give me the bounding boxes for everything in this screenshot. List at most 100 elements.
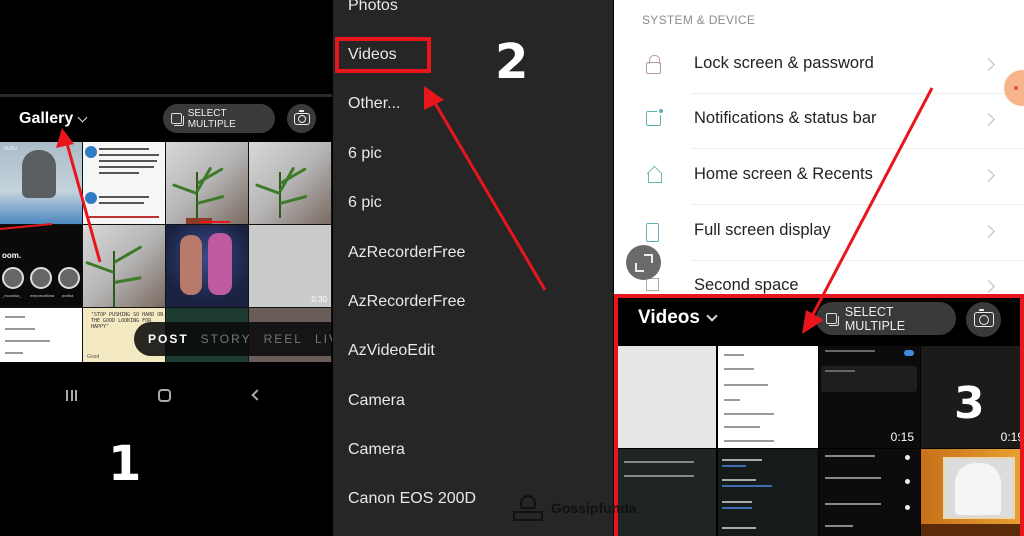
video-thumbnail[interactable]: [618, 346, 716, 448]
text-line: [722, 501, 752, 503]
video-thumbnail[interactable]: 0:30: [249, 225, 331, 307]
album-item[interactable]: AzRecorderFree: [348, 244, 465, 262]
tweet-line: [99, 172, 139, 174]
thumbnail-figure: [180, 235, 202, 295]
home-icon: [646, 167, 662, 183]
settings-row: [724, 354, 744, 356]
album-item-videos[interactable]: Videos: [348, 46, 397, 64]
expand-icon[interactable]: [626, 245, 661, 280]
video-thumbnail[interactable]: [921, 449, 1020, 536]
album-item[interactable]: Canon EOS 200D: [348, 490, 476, 508]
settings-row: [724, 368, 754, 370]
plant-leaf: [196, 194, 225, 205]
settings-item-home-screen[interactable]: Home screen & Recents: [614, 149, 1024, 205]
video-thumbnail[interactable]: [718, 346, 818, 448]
text-line: [722, 479, 756, 481]
step-number-1: 1: [108, 436, 142, 492]
mode-reel[interactable]: REEL: [264, 332, 303, 346]
album-item[interactable]: Camera: [348, 392, 405, 410]
select-multiple-button[interactable]: SELECT MULTIPLE: [816, 302, 956, 335]
instagram-gallery-panel: Gallery SELECT MULTIPLE vubu oom. _mouni…: [0, 0, 332, 536]
media-thumbnail[interactable]: [83, 225, 165, 307]
toggle-switch: [905, 505, 910, 510]
media-thumbnail[interactable]: [249, 142, 331, 224]
text-line: [825, 525, 853, 527]
settings-item-label: Notifications & status bar: [694, 109, 877, 127]
video-thumbnail[interactable]: [718, 449, 818, 536]
album-item[interactable]: Photos: [348, 0, 398, 15]
album-item[interactable]: 6 pic: [348, 194, 382, 212]
camera-button[interactable]: [966, 302, 1001, 337]
videos-gallery: Videos SELECT MULTIPLE 0:15 0:1 3: [614, 294, 1024, 536]
text-line: [624, 475, 694, 477]
gossipfunda-logo-icon: [511, 493, 545, 523]
tweet-line: [99, 196, 149, 198]
media-thumbnail[interactable]: [0, 308, 82, 362]
chevron-right-icon: [982, 58, 995, 71]
select-multiple-icon: [171, 112, 184, 126]
album-item[interactable]: AzRecorderFree: [348, 293, 465, 311]
plant-leaf: [278, 166, 296, 193]
text-line: [722, 459, 762, 461]
settings-row: [724, 413, 774, 415]
tweet-line: [89, 216, 159, 218]
section-title: SYSTEM & DEVICE: [642, 13, 756, 27]
settings-item-label: Lock screen & password: [694, 54, 874, 72]
settings-row: [724, 440, 774, 442]
step-number-2: 2: [495, 34, 529, 90]
album-label: Videos: [638, 307, 700, 328]
media-thumbnail[interactable]: oom. _mounika_ mepravathina pratha: [0, 225, 82, 307]
back-icon[interactable]: [251, 389, 263, 401]
chevron-down-icon: [706, 309, 718, 322]
plant-leaf: [172, 183, 198, 195]
album-dropdown[interactable]: Videos: [638, 307, 718, 329]
video-thumbnail[interactable]: 0:15: [819, 346, 920, 448]
select-multiple-label: SELECT MULTIPLE: [844, 304, 906, 333]
thumbnail-figure: [22, 150, 56, 198]
media-thumbnail[interactable]: [83, 142, 165, 224]
chevron-down-icon: [77, 112, 88, 122]
media-thumbnail[interactable]: [166, 225, 248, 307]
profile-name: pratha: [62, 293, 74, 298]
profile-circle: [58, 267, 80, 289]
mode-live[interactable]: LIVE: [315, 332, 332, 346]
album-item[interactable]: Other...: [348, 95, 400, 113]
video-duration: 0:19: [1000, 430, 1020, 444]
video-thumbnail[interactable]: [819, 449, 920, 536]
select-multiple-button[interactable]: SELECT MULTIPLE: [163, 104, 275, 133]
settings-item-full-screen[interactable]: Full screen display: [614, 205, 1024, 261]
watermark-brand: Gossipfunda: [551, 500, 637, 516]
watermark: Gossipfunda: [511, 493, 637, 523]
plant-leaf: [195, 166, 213, 193]
chevron-right-icon: [982, 225, 995, 238]
album-item[interactable]: AzVideoEdit: [348, 342, 435, 360]
tweet-line: [99, 154, 159, 156]
settings-list: SYSTEM & DEVICE Lock screen & password N…: [614, 0, 1024, 295]
gallery-header: Gallery SELECT MULTIPLE: [0, 100, 332, 140]
album-label: Gallery: [19, 110, 74, 127]
text-line: [825, 350, 875, 352]
album-item[interactable]: Camera: [348, 441, 405, 459]
settings-item-lock-screen[interactable]: Lock screen & password: [614, 38, 1024, 94]
media-thumbnail[interactable]: [166, 142, 248, 224]
camera-icon: [293, 109, 310, 125]
chevron-right-icon: [982, 280, 995, 293]
text-line: [624, 461, 694, 463]
tweet-line: [99, 160, 157, 162]
media-thumbnail[interactable]: vubu: [0, 142, 82, 224]
tweet-line: [99, 148, 149, 150]
mode-story[interactable]: STORY: [201, 332, 252, 346]
recents-icon[interactable]: [66, 390, 77, 401]
home-icon[interactable]: [158, 389, 171, 402]
album-item[interactable]: 6 pic: [348, 145, 382, 163]
text-line: [722, 465, 746, 467]
settings-item-notifications[interactable]: Notifications & status bar: [614, 93, 1024, 149]
text-line: [825, 477, 881, 479]
tweet-avatar: [85, 192, 97, 204]
album-dropdown[interactable]: Gallery: [19, 110, 88, 128]
camera-button[interactable]: [287, 104, 316, 133]
toggle-switch: [904, 350, 914, 356]
capture-mode-selector: POST STORY REEL LIVE: [134, 322, 332, 356]
profile-circle: [2, 267, 24, 289]
mode-post[interactable]: POST: [148, 332, 189, 346]
